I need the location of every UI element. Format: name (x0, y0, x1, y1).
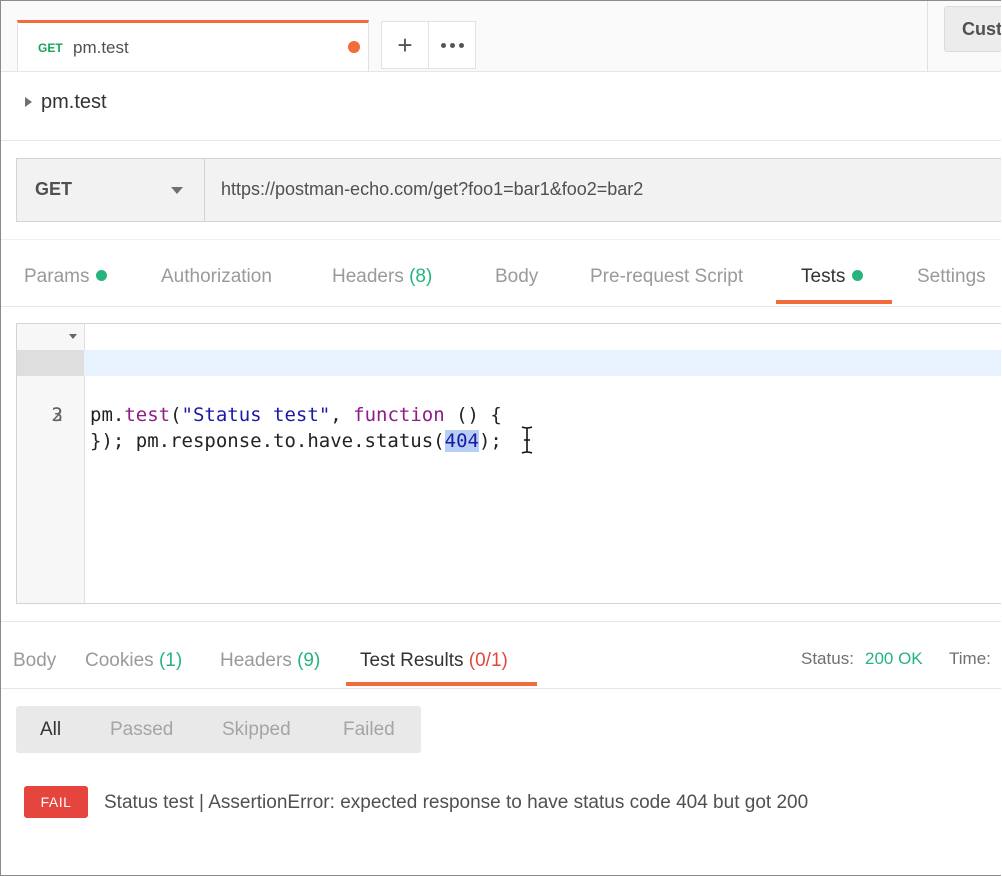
tab-params-label: Params (24, 266, 90, 287)
text-cursor-icon (521, 426, 533, 454)
response-tab-headers-label: Headers (220, 650, 292, 671)
code-text: pm.response.to.have.status(404); (135, 430, 502, 452)
plus-icon: + (397, 29, 413, 60)
request-tabs: Params Authorization Headers (8) Body Pr… (1, 239, 1001, 307)
request-name-row: pm.test (1, 72, 1001, 141)
tab-options-button[interactable] (428, 22, 475, 68)
method-select[interactable]: GET (17, 159, 205, 221)
fold-arrow-icon[interactable] (69, 334, 77, 339)
response-tab-cookies[interactable]: Cookies (1) (85, 650, 182, 672)
new-tab-button[interactable]: + (382, 22, 428, 68)
response-headers-count: (9) (297, 650, 321, 671)
caret-right-icon[interactable] (25, 97, 32, 107)
response-tab-cookies-label: Cookies (85, 650, 154, 671)
unsaved-changes-dot-icon (348, 41, 360, 53)
tab-prerequest-script[interactable]: Pre-request Script (590, 266, 743, 288)
tab-bar: GET pm.test + Cust (1, 1, 1001, 72)
time-label: Time: (949, 649, 991, 668)
app-window: GET pm.test + Cust pm.test GET https://p… (0, 0, 1001, 876)
cookies-count: (1) (158, 650, 183, 671)
params-active-dot-icon (96, 270, 108, 281)
custom-button[interactable]: Cust (944, 6, 1001, 52)
filter-skipped[interactable]: Skipped (222, 719, 291, 741)
tab-headers-count: (8) (409, 266, 433, 287)
url-bar: GET https://postman-echo.com/get?foo1=ba… (16, 158, 1001, 222)
tab-body[interactable]: Body (495, 266, 538, 288)
request-tab-name: pm.test (73, 38, 129, 57)
response-tab-body[interactable]: Body (13, 650, 56, 672)
code-text: pm.test("Status test", function () { (90, 404, 502, 426)
code-line-highlighted[interactable]: 2 pm.response.to.have.status(404); (17, 350, 1001, 452)
tab-tests-label: Tests (801, 266, 846, 287)
response-tab-headers[interactable]: Headers (9) (220, 650, 320, 672)
divider (927, 1, 928, 71)
url-input[interactable]: https://postman-echo.com/get?foo1=bar1&f… (221, 179, 643, 200)
selected-text: 404 (444, 430, 479, 452)
tests-active-dot-icon (852, 270, 864, 281)
request-title[interactable]: pm.test (41, 91, 107, 114)
tab-settings[interactable]: Settings (917, 266, 986, 288)
tab-tests[interactable]: Tests (801, 266, 864, 288)
line-number: 3 (51, 404, 63, 426)
code-text: }); (90, 430, 125, 452)
filter-passed[interactable]: Passed (110, 719, 173, 741)
test-results-filter: All Passed Skipped Failed (16, 706, 421, 753)
request-tab[interactable]: GET pm.test (17, 20, 369, 71)
response-tab-test-results[interactable]: Test Results (0/1) (360, 650, 508, 672)
tab-actions: + (381, 21, 476, 69)
active-response-tab-indicator (346, 682, 537, 686)
more-horizontal-icon (440, 42, 464, 48)
filter-all[interactable]: All (40, 719, 61, 741)
response-tab-test-results-label: Test Results (360, 650, 464, 671)
tab-params[interactable]: Params (24, 266, 108, 288)
filter-failed[interactable]: Failed (343, 719, 395, 741)
tab-authorization[interactable]: Authorization (161, 266, 272, 288)
response-tabs: Body Cookies (1) Headers (9) Test Result… (1, 621, 1001, 689)
fail-badge: FAIL (24, 786, 88, 818)
test-result-message: Status test | AssertionError: expected r… (104, 792, 809, 813)
active-tab-indicator (776, 300, 892, 304)
tests-code-editor[interactable]: 1 pm.test("Status test", function () { 2… (16, 323, 1001, 604)
chevron-down-icon (171, 187, 183, 194)
status-label: Status: (801, 649, 854, 668)
tab-headers-label: Headers (332, 266, 404, 287)
test-results-count: (0/1) (468, 650, 508, 671)
code-line[interactable]: 3 }); (17, 376, 1001, 452)
method-select-value: GET (35, 179, 73, 199)
request-tab-method: GET (38, 41, 63, 55)
code-line[interactable]: 1 pm.test("Status test", function () { (17, 324, 1001, 426)
status-value[interactable]: 200 OK (865, 649, 923, 669)
tab-headers[interactable]: Headers (8) (332, 266, 432, 288)
